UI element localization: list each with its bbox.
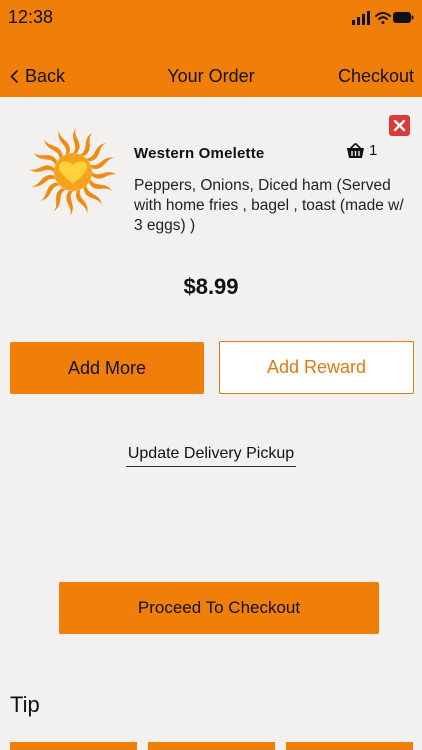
tip-option-1[interactable] bbox=[10, 742, 137, 750]
tip-option-3[interactable] bbox=[286, 742, 413, 750]
status-icons bbox=[352, 11, 414, 25]
item-price: $8.99 bbox=[183, 274, 239, 299]
item-description: Peppers, Onions, Diced ham (Served with … bbox=[134, 177, 404, 234]
close-icon bbox=[393, 119, 406, 132]
checkout-nav-button[interactable]: Checkout bbox=[338, 66, 414, 87]
add-reward-button[interactable]: Add Reward bbox=[219, 341, 414, 394]
back-label: Back bbox=[25, 66, 66, 86]
signal-icon bbox=[352, 11, 370, 25]
item-quantity: 1 bbox=[346, 142, 377, 159]
basket-icon bbox=[347, 142, 364, 158]
wifi-icon bbox=[375, 12, 391, 24]
battery-icon bbox=[393, 12, 414, 23]
back-button[interactable]: Back bbox=[10, 66, 65, 87]
status-time: 12:38 bbox=[8, 7, 54, 27]
app-header: 12:38 Back Your Order Checkout bbox=[0, 0, 422, 97]
proceed-to-checkout-button[interactable]: Proceed To Checkout bbox=[59, 582, 379, 634]
add-more-button[interactable]: Add More bbox=[10, 342, 204, 394]
item-name: Western Omelette bbox=[134, 145, 265, 162]
remove-item-button[interactable] bbox=[389, 115, 410, 136]
proceed-to-checkout-label: Proceed To Checkout bbox=[137, 598, 301, 617]
tip-label: Tip bbox=[10, 692, 40, 717]
add-more-label: Add More bbox=[67, 357, 147, 378]
quantity-value: 1 bbox=[369, 142, 378, 159]
tip-option-2[interactable] bbox=[148, 742, 275, 750]
page-title: Your Order bbox=[167, 66, 255, 86]
chevron-left-icon bbox=[10, 70, 18, 83]
sun-heart-logo bbox=[29, 128, 117, 216]
add-reward-label: Add Reward bbox=[266, 357, 367, 377]
update-delivery-pickup-link[interactable]: Update Delivery Pickup bbox=[125, 445, 297, 467]
